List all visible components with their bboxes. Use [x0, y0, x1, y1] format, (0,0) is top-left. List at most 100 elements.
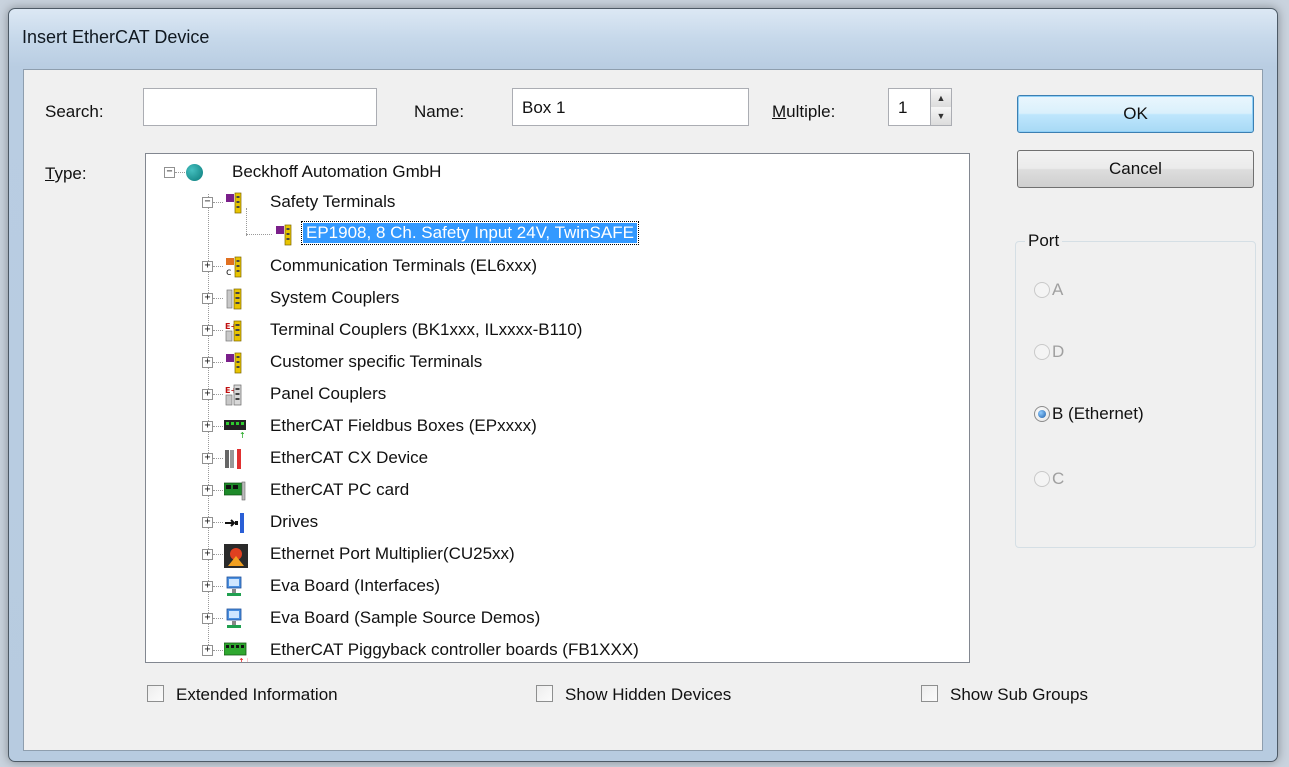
fieldbus-box-icon: ↑↓	[224, 416, 252, 440]
port-radio-c	[1034, 471, 1050, 487]
expand-icon[interactable]: +	[202, 549, 213, 560]
tree-node-label: Drives	[270, 512, 319, 531]
search-label: Search:	[45, 102, 104, 121]
ok-button[interactable]: OK	[1017, 95, 1254, 133]
multiple-label-text: ultiple:	[786, 102, 836, 121]
port-option-label: B (Ethernet)	[1052, 404, 1144, 423]
panel-coupler-icon: E+	[224, 384, 244, 406]
tree-node-label: Ethernet Port Multiplier(CU25xx)	[270, 544, 515, 563]
port-option-label: C	[1052, 469, 1065, 488]
port-radio-d	[1034, 344, 1050, 360]
cx-device-icon	[224, 448, 244, 470]
name-label: Name:	[414, 102, 465, 121]
search-input[interactable]	[143, 88, 377, 126]
tree-connector	[213, 586, 223, 587]
tree-node-label: Customer specific Terminals	[270, 352, 483, 371]
tree-connector	[213, 202, 223, 203]
tree-node-category[interactable]: + Eva Board (Sample Source Demos)	[146, 604, 966, 634]
device-type-tree[interactable]: − Beckhoff Automation GmbH − Safety Term…	[145, 153, 970, 663]
tree-connector	[246, 234, 272, 235]
collapse-icon[interactable]: −	[164, 167, 175, 178]
tree-node-safety-terminals[interactable]: − Safety Terminals	[146, 188, 966, 218]
svg-text:↑↓: ↑↓	[239, 431, 246, 438]
tree-node-category[interactable]: + Drives	[146, 508, 966, 538]
expand-icon[interactable]: +	[202, 581, 213, 592]
tree-node-category[interactable]: + Ethernet Port Multiplier(CU25xx)	[146, 540, 966, 570]
tree-node-category[interactable]: + E+ Panel Couplers	[146, 380, 966, 410]
expand-icon[interactable]: +	[202, 485, 213, 496]
tree-connector	[213, 362, 223, 363]
spin-down-icon[interactable]: ▼	[931, 107, 951, 125]
globe-icon	[186, 164, 203, 181]
port-option-label: A	[1052, 280, 1064, 299]
expand-icon[interactable]: +	[202, 645, 213, 656]
tree-node-category[interactable]: + E+ Terminal Couplers (BK1xxx, ILxxxx-B11…	[146, 316, 966, 346]
tree-connector	[213, 554, 223, 555]
extended-information-label: Extended Information	[176, 685, 338, 704]
tree-node-label: EtherCAT PC card	[270, 480, 410, 499]
tree-connector	[213, 458, 223, 459]
cancel-button[interactable]: Cancel	[1017, 150, 1254, 188]
port-multiplier-icon	[224, 544, 248, 568]
multiple-label: Multiple:	[772, 102, 835, 122]
title-bar[interactable]: Insert EtherCAT Device	[9, 9, 1277, 67]
tree-connector	[213, 330, 223, 331]
name-input[interactable]: Box 1	[512, 88, 749, 126]
show-hidden-devices-label: Show Hidden Devices	[565, 685, 732, 704]
tree-connector	[213, 490, 223, 491]
multiple-spinner[interactable]: ▲ ▼	[930, 88, 952, 126]
tree-connector	[213, 426, 223, 427]
show-hidden-devices-checkbox[interactable]	[536, 685, 553, 702]
show-sub-groups-checkbox[interactable]	[921, 685, 938, 702]
tree-node-label: Panel Couplers	[270, 384, 387, 403]
tree-node-category[interactable]: + ↑↓ EtherCAT Piggyback controller boards …	[146, 636, 966, 662]
svg-text:c: c	[226, 267, 232, 278]
svg-text:↑↓: ↑↓	[238, 657, 248, 663]
terminal-icon	[274, 224, 294, 246]
expand-icon[interactable]: +	[202, 453, 213, 464]
spin-up-icon[interactable]: ▲	[931, 89, 951, 108]
expand-icon[interactable]: +	[202, 613, 213, 624]
tree-connector	[213, 650, 223, 651]
tree-node-category[interactable]: + ↑↓ EtherCAT Fieldbus Boxes (EPxxxx)	[146, 412, 966, 442]
expand-icon[interactable]: +	[202, 357, 213, 368]
tree-node-label: Communication Terminals (EL6xxx)	[270, 256, 538, 275]
tree-node-label: Eva Board (Sample Source Demos)	[270, 608, 541, 627]
tree-node-label: Safety Terminals	[270, 192, 396, 211]
expand-icon[interactable]: +	[202, 293, 213, 304]
type-label-text: ype:	[54, 164, 87, 183]
tree-node-ep1908[interactable]: EP1908, 8 Ch. Safety Input 24V, TwinSAFE	[146, 220, 966, 250]
tree-node-category[interactable]: + EtherCAT CX Device	[146, 444, 966, 474]
port-radio-a	[1034, 282, 1050, 298]
show-sub-groups-label: Show Sub Groups	[950, 685, 1088, 704]
tree-node-root[interactable]: − Beckhoff Automation GmbH	[146, 158, 966, 188]
tree-node-label: EtherCAT Fieldbus Boxes (EPxxxx)	[270, 416, 537, 435]
tree-node-category[interactable]: + EtherCAT PC card	[146, 476, 966, 506]
tree-connector	[213, 522, 223, 523]
radio-selected-dot	[1038, 410, 1046, 418]
eva-board-icon	[224, 576, 244, 598]
expand-icon[interactable]: +	[202, 325, 213, 336]
tree-node-category[interactable]: + System Couplers	[146, 284, 966, 314]
collapse-icon[interactable]: −	[202, 197, 213, 208]
extended-information-checkbox[interactable]	[147, 685, 164, 702]
expand-icon[interactable]: +	[202, 517, 213, 528]
tree-connector	[213, 394, 223, 395]
tree-connector	[175, 172, 185, 173]
expand-icon[interactable]: +	[202, 389, 213, 400]
piggyback-board-icon: ↑↓	[223, 640, 251, 662]
communication-terminal-icon: c	[224, 256, 244, 278]
pc-card-icon	[223, 480, 246, 502]
window-title: Insert EtherCAT Device	[22, 27, 210, 47]
coupler-icon	[224, 288, 244, 310]
terminal-coupler-icon: E+	[224, 320, 244, 342]
tree-node-label-selected: EP1908, 8 Ch. Safety Input 24V, TwinSAFE	[301, 221, 639, 245]
tree-node-category[interactable]: + c Communication Terminals (EL6xxx)	[146, 252, 966, 282]
tree-node-label: System Couplers	[270, 288, 400, 307]
expand-icon[interactable]: +	[202, 421, 213, 432]
tree-node-category[interactable]: + Eva Board (Interfaces)	[146, 572, 966, 602]
expand-icon[interactable]: +	[202, 261, 213, 272]
terminal-icon	[224, 192, 244, 214]
tree-node-category[interactable]: + Customer specific Terminals	[146, 348, 966, 378]
port-radio-b-ethernet[interactable]	[1034, 406, 1050, 422]
